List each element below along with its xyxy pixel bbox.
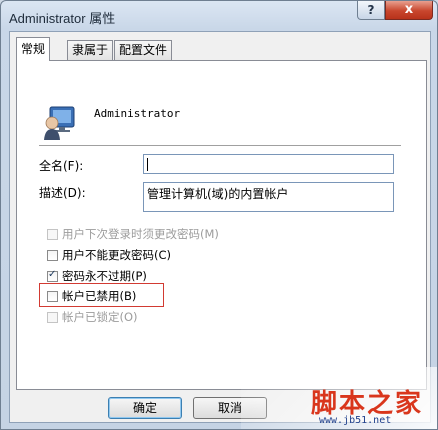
title-bar[interactable]: Administrator 属性 ? x (1, 1, 437, 31)
general-panel: Administrator 全名(F): 描述(D): 管理计算机(域)的内置帐… (16, 60, 427, 390)
tab-general[interactable]: 常规 (16, 37, 51, 61)
watermark-url: www.jb51.net (319, 415, 392, 426)
text-caret (147, 158, 148, 171)
username-label: Administrator (94, 107, 181, 120)
user-avatar-icon (44, 106, 75, 140)
tab-member-of[interactable]: 隶属于 (67, 40, 114, 60)
checkbox[interactable] (47, 228, 58, 240)
help-button[interactable]: ? (357, 1, 385, 20)
divider (39, 145, 401, 146)
option-label: 密码永不过期(P) (62, 269, 147, 283)
checkbox-checked[interactable] (47, 269, 58, 282)
option-label: 用户不能更改密码(C) (62, 248, 172, 262)
checkbox[interactable] (47, 249, 58, 261)
option-password-never-expires[interactable]: 密码永不过期(P) (47, 268, 147, 284)
option-account-locked[interactable]: 帐户已锁定(O) (47, 309, 138, 325)
option-label: 帐户已锁定(O) (62, 310, 138, 324)
option-label: 用户下次登录时须更改密码(M) (62, 227, 219, 241)
ok-button[interactable]: 确定 (108, 397, 182, 419)
checkbox[interactable] (47, 311, 58, 323)
option-cannot-change-password[interactable]: 用户不能更改密码(C) (47, 247, 171, 263)
description-input[interactable]: 管理计算机(域)的内置帐户 (143, 182, 394, 212)
option-must-change-password[interactable]: 用户下次登录时须更改密码(M) (47, 226, 219, 242)
window-title: Administrator 属性 (9, 11, 116, 26)
description-label: 描述(D): (39, 186, 86, 200)
highlight-box (39, 283, 164, 307)
tab-profile[interactable]: 配置文件 (114, 40, 173, 60)
dialog-client: 常规 隶属于 配置文件 Administrator 全名(F): 描述(D): … (9, 31, 431, 423)
fullname-label: 全名(F): (39, 159, 84, 173)
properties-window: Administrator 属性 ? x 常规 隶属于 配置文件 Adminis… (0, 0, 438, 430)
fullname-input[interactable] (143, 154, 394, 174)
close-button[interactable]: x (385, 1, 433, 20)
